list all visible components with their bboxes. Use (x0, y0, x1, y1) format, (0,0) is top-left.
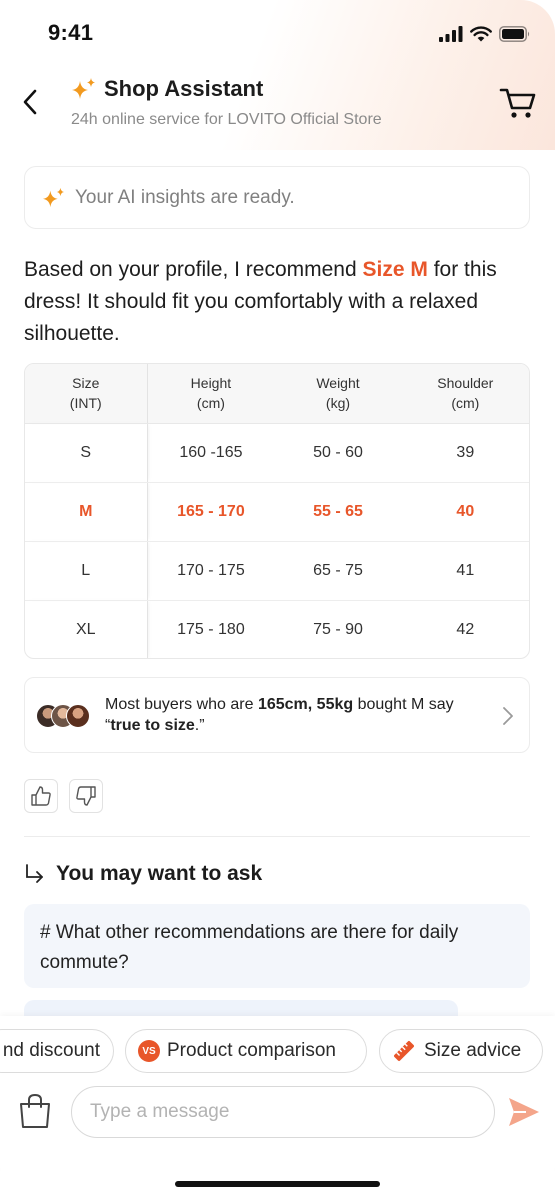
cell-size: XL (25, 600, 148, 658)
recommended-size: Size M (362, 258, 428, 281)
cell-weight: 65 - 75 (274, 541, 402, 601)
shopping-bag-button[interactable] (18, 1092, 52, 1130)
cell-shoulder: 39 (401, 423, 529, 483)
cell-weight: 55 - 65 (274, 482, 402, 542)
app-header: Shop Assistant 24h online service for LO… (0, 66, 555, 142)
table-row: L 170 - 175 65 - 75 41 (25, 541, 529, 601)
arrow-return-icon (26, 864, 43, 883)
recommendation-message: Based on your profile, I recommend Size … (24, 254, 524, 350)
back-button[interactable] (14, 80, 46, 124)
send-icon (509, 1098, 539, 1126)
send-button[interactable] (506, 1094, 542, 1130)
ai-insight-card[interactable]: Your AI insights are ready. (24, 166, 530, 229)
chevron-right-icon[interactable] (501, 705, 515, 727)
page-title: Shop Assistant (104, 76, 264, 101)
chip-label: nd discount (2, 1040, 100, 1061)
ruler-icon (394, 1041, 414, 1061)
thumbs-down-icon (76, 786, 96, 806)
section-divider (24, 836, 530, 837)
cell-height: 165 - 170 (147, 482, 275, 542)
cell-shoulder: 40 (401, 482, 529, 542)
shopping-bag-icon (20, 1093, 50, 1128)
table-header-row: Size (INT) Height (cm) Weight (kg) Shoulder… (25, 364, 529, 424)
cell-weight: 50 - 60 (274, 423, 402, 483)
cell-shoulder: 41 (401, 541, 529, 601)
cell-weight: 75 - 90 (313, 620, 363, 638)
suggested-questions-header: You may want to ask (24, 862, 262, 886)
chip-size-advice[interactable]: Size advice (379, 1029, 543, 1073)
cell-size: L (25, 541, 148, 601)
cell-size: M (25, 482, 148, 542)
column-header-weight: Weight (kg) (274, 364, 402, 424)
sparkle-icon (43, 187, 65, 207)
suggested-questions-title: You may want to ask (56, 862, 263, 885)
table-row: S 160 -165 50 - 60 39 (25, 423, 529, 483)
buyer-avatars (36, 704, 92, 728)
chip-product-comparison[interactable]: VS Product comparison (125, 1029, 367, 1073)
cell-height: 170 - 175 (147, 541, 275, 601)
column-header-size: Size (INT) (25, 364, 148, 424)
vs-icon: VS (138, 1040, 160, 1062)
cart-icon (499, 88, 536, 118)
thumbs-up-button[interactable] (24, 779, 58, 813)
suggested-question[interactable]: # What other recommendations are there f… (24, 904, 530, 988)
cell-height: 175 - 180 (177, 620, 245, 638)
composer-area: nd discount VS Product comparison Size a… (0, 1016, 555, 1200)
status-bar: 9:41 (0, 0, 555, 66)
thumbs-up-icon (31, 786, 51, 806)
chip-discount[interactable]: nd discount (0, 1029, 114, 1073)
buyer-insight-card[interactable]: Most buyers who are 165cm, 55kg bought M… (24, 677, 530, 753)
size-chart-table: Size (INT) Height (cm) Weight (kg) Shoulder… (24, 363, 530, 659)
column-header-height: Height (cm) (147, 364, 275, 424)
table-row-recommended: M 165 - 170 55 - 65 40 (25, 482, 529, 542)
sparkle-icon (72, 78, 95, 99)
status-icons (439, 24, 531, 44)
home-indicator (175, 1181, 380, 1187)
thumbs-down-button[interactable] (69, 779, 103, 813)
ai-insight-text: Your AI insights are ready. (75, 186, 295, 208)
recommendation-text-before: Based on your profile, I recommend (24, 258, 363, 281)
page-subtitle: 24h online service for LOVITO Official S… (71, 111, 382, 128)
avatar (66, 704, 90, 728)
buyer-insight-text: Most buyers who are 165cm, 55kg bought M… (105, 696, 454, 734)
cell-height: 160 -165 (147, 423, 275, 483)
cell-size: S (25, 423, 148, 483)
signal-icon (439, 26, 463, 42)
cart-button[interactable] (499, 84, 537, 122)
chip-label: Product comparison (167, 1040, 336, 1061)
battery-icon (499, 26, 530, 42)
message-input[interactable] (71, 1086, 495, 1138)
phone-screen: 9:41 Shop Assistant 24h online service f… (0, 0, 555, 1200)
table-row: XL 175 - 180 75 - 90 42 (25, 600, 529, 658)
column-header-shoulder: Shoulder (cm) (401, 364, 529, 424)
chip-label: Size advice (424, 1040, 522, 1061)
status-time: 9:41 (48, 20, 94, 45)
cell-shoulder: 42 (456, 620, 475, 638)
header-title-row: Shop Assistant (70, 76, 263, 102)
wifi-icon (470, 26, 492, 42)
chevron-left-icon (23, 89, 37, 115)
